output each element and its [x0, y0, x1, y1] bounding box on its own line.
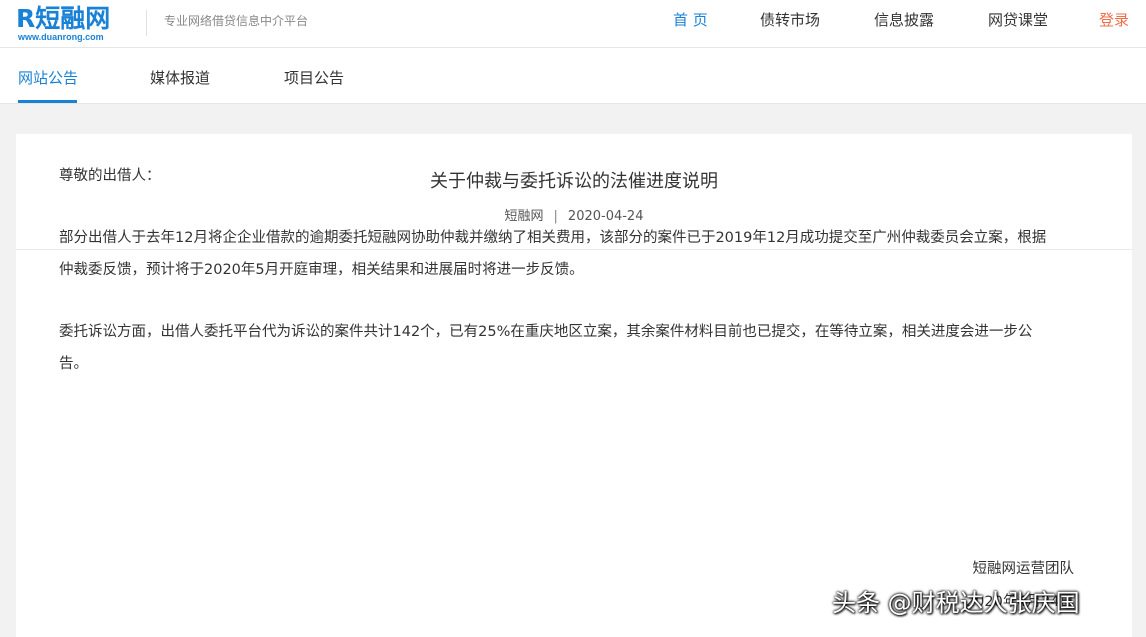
tab-media-reports[interactable]: 媒体报道: [150, 68, 210, 88]
nav-classroom[interactable]: 网贷课堂: [988, 10, 1048, 30]
nav-disclosure[interactable]: 信息披露: [874, 10, 934, 30]
active-tab-indicator: [18, 100, 77, 103]
tab-site-announcements[interactable]: 网站公告: [18, 68, 78, 88]
nav-home[interactable]: 首 页: [673, 10, 708, 30]
article-greeting: 尊敬的出借人：: [59, 168, 161, 184]
announcement-tabs: 网站公告 媒体报道 项目公告: [0, 48, 1146, 104]
article-body: 尊敬的出借人： 部分出借人于去年12月将企企业借款的逾期委托短融网协助仲裁并缴纳…: [59, 160, 1059, 410]
top-header: R短融网 www.duanrong.com 专业网络借贷信息中介平台 首 页 债…: [0, 0, 1146, 48]
article-signature: 短融网运营团队: [972, 561, 1075, 577]
tab-project-announcements[interactable]: 项目公告: [284, 68, 344, 88]
nav-debt-market[interactable]: 债转市场: [760, 10, 820, 30]
article-paragraph: 委托诉讼方面，出借人委托平台代为诉讼的案件共计142个，已有25%在重庆地区立案…: [59, 324, 1033, 372]
article-paragraph: 部分出借人于去年12月将企企业借款的逾期委托短融网协助仲裁并缴纳了相关费用，该部…: [59, 230, 1047, 278]
login-link[interactable]: 登录: [1099, 10, 1129, 30]
main-nav: 首 页 债转市场 信息披露 网贷课堂 登录: [0, 10, 1146, 34]
toutiao-watermark: 头条 @财税达人张庆国: [832, 589, 1080, 617]
